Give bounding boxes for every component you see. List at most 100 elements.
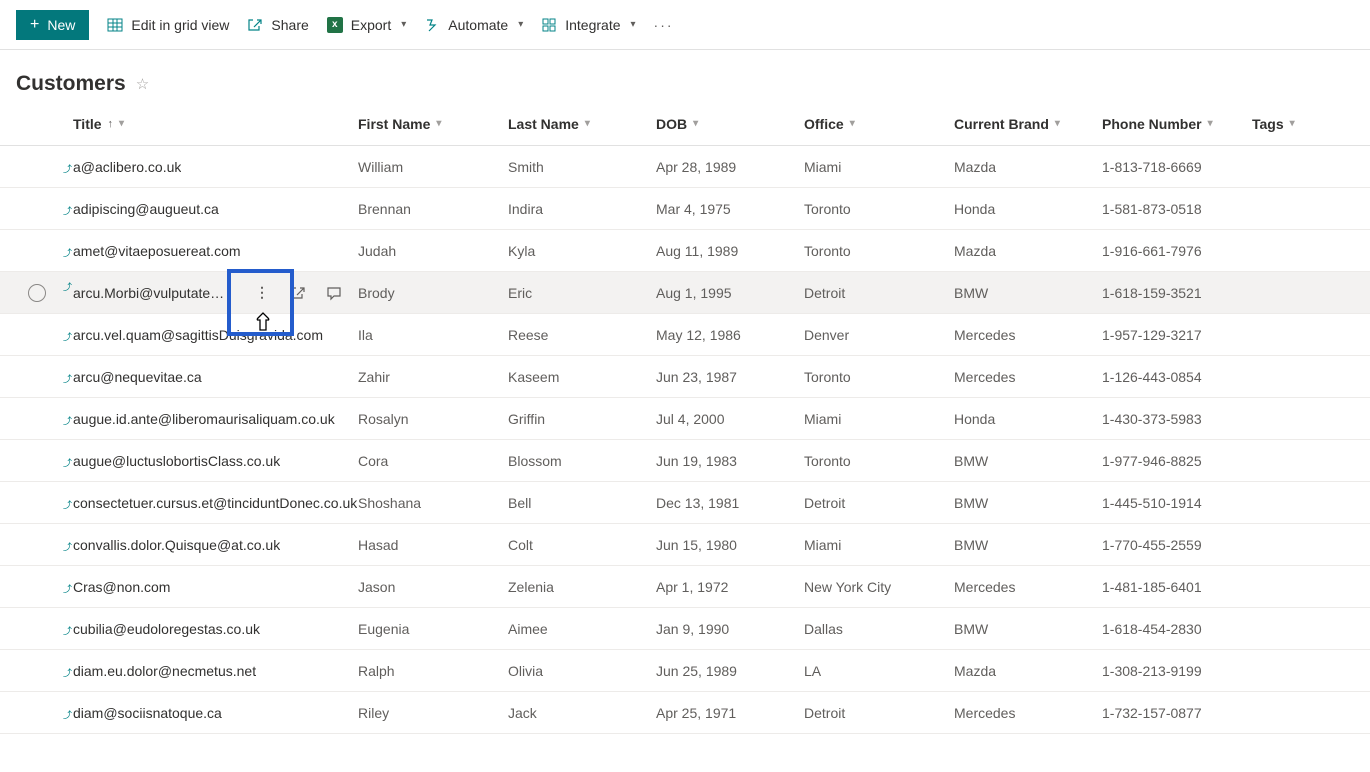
cell-brand: Honda: [954, 411, 1102, 427]
table-row[interactable]: ⤴a@aclibero.co.ukWilliamSmithApr 28, 198…: [0, 146, 1370, 188]
column-header-office[interactable]: Office ▾: [804, 116, 954, 132]
table-row[interactable]: ⤴arcu@nequevitae.caZahirKaseemJun 23, 19…: [0, 356, 1370, 398]
row-title-link[interactable]: augue@luctuslobortisClass.co.uk: [73, 453, 280, 469]
column-header-brand[interactable]: Current Brand ▾: [954, 116, 1102, 132]
row-title-link[interactable]: Cras@non.com: [73, 579, 170, 595]
table-row[interactable]: ⤴adipiscing@augueut.caBrennanIndiraMar 4…: [0, 188, 1370, 230]
cell-brand: Mercedes: [954, 369, 1102, 385]
row-title-link[interactable]: a@aclibero.co.uk: [73, 159, 181, 175]
row-title-link[interactable]: arcu@nequevitae.ca: [73, 369, 202, 385]
cell-phone: 1-732-157-0877: [1102, 705, 1252, 721]
column-header-tags[interactable]: Tags ▾: [1252, 116, 1332, 132]
flow-indicator-icon: ⤴: [63, 498, 72, 511]
cell-office: Miami: [804, 537, 954, 553]
automate-label: Automate: [448, 17, 508, 33]
table-row[interactable]: ⤴Cras@non.comJasonZeleniaApr 1, 1972New …: [0, 566, 1370, 608]
chevron-down-icon: ▾: [693, 118, 698, 129]
cell-dob: Jun 23, 1987: [656, 369, 804, 385]
cell-dob: May 12, 1986: [656, 327, 804, 343]
edit-in-grid-button[interactable]: Edit in grid view: [107, 17, 229, 33]
cell-dob: Jun 15, 1980: [656, 537, 804, 553]
table-row[interactable]: ⤴arcu.vel.quam@sagittisDuisgravida.comIl…: [0, 314, 1370, 356]
sort-ascending-icon: ↑: [108, 118, 114, 130]
row-select-checkbox[interactable]: [28, 284, 46, 302]
cell-last-name: Indira: [508, 201, 656, 217]
row-title-link[interactable]: arcu.vel.quam@sagittisDuisgravida.com: [73, 327, 323, 343]
row-title-link[interactable]: augue.id.ante@liberomaurisaliquam.co.uk: [73, 411, 335, 427]
flow-indicator-icon: ⤴: [63, 162, 72, 175]
page-header: Customers ☆: [0, 50, 1370, 102]
table-row[interactable]: ⤴convallis.dolor.Quisque@at.co.ukHasadCo…: [0, 524, 1370, 566]
row-title-link[interactable]: diam.eu.dolor@necmetus.net: [73, 663, 256, 679]
table-row[interactable]: ⤴augue@luctuslobortisClass.co.ukCoraBlos…: [0, 440, 1370, 482]
row-title-link[interactable]: consectetuer.cursus.et@tinciduntDonec.co…: [73, 495, 357, 511]
cell-last-name: Kyla: [508, 243, 656, 259]
chevron-down-icon: ▾: [1290, 118, 1295, 129]
cell-first-name: Judah: [358, 243, 508, 259]
table-row[interactable]: ⤴arcu.Morbi@vulputatedu....⋮BrodyEricAug…: [0, 272, 1370, 314]
column-header-first-name[interactable]: First Name ▾: [358, 116, 508, 132]
cell-first-name: Brennan: [358, 201, 508, 217]
cell-last-name: Aimee: [508, 621, 656, 637]
chevron-down-icon: ▾: [850, 118, 855, 129]
cell-phone: 1-126-443-0854: [1102, 369, 1252, 385]
cell-brand: BMW: [954, 495, 1102, 511]
row-more-actions-button[interactable]: ⋮: [246, 277, 278, 309]
row-title-link[interactable]: amet@vitaeposuereat.com: [73, 243, 241, 259]
cell-office: Toronto: [804, 453, 954, 469]
cell-last-name: Zelenia: [508, 579, 656, 595]
chevron-down-icon: ▾: [631, 19, 636, 30]
cell-brand: Mercedes: [954, 705, 1102, 721]
integrate-button[interactable]: Integrate ▾: [541, 17, 635, 33]
cell-office: Detroit: [804, 705, 954, 721]
table-row[interactable]: ⤴diam@sociisnatoque.caRileyJackApr 25, 1…: [0, 692, 1370, 734]
row-title-link[interactable]: adipiscing@augueut.ca: [73, 201, 219, 217]
automate-button[interactable]: Automate ▾: [424, 17, 523, 33]
cell-first-name: Zahir: [358, 369, 508, 385]
plus-icon: +: [30, 17, 39, 33]
flow-indicator-icon: ⤴: [63, 708, 72, 721]
row-share-button[interactable]: [282, 277, 314, 309]
row-comment-button[interactable]: [318, 277, 350, 309]
cell-dob: Jan 9, 1990: [656, 621, 804, 637]
column-header-title[interactable]: Title ↑ ▾: [60, 116, 358, 132]
table-row[interactable]: ⤴consectetuer.cursus.et@tinciduntDonec.c…: [0, 482, 1370, 524]
export-button[interactable]: x Export ▾: [327, 17, 407, 33]
cell-dob: Apr 28, 1989: [656, 159, 804, 175]
cell-office: Denver: [804, 327, 954, 343]
cell-brand: Mazda: [954, 243, 1102, 259]
cell-phone: 1-430-373-5983: [1102, 411, 1252, 427]
cell-brand: Mercedes: [954, 579, 1102, 595]
cell-last-name: Colt: [508, 537, 656, 553]
table-row[interactable]: ⤴diam.eu.dolor@necmetus.netRalphOliviaJu…: [0, 650, 1370, 692]
table-row[interactable]: ⤴augue.id.ante@liberomaurisaliquam.co.uk…: [0, 398, 1370, 440]
cell-phone: 1-813-718-6669: [1102, 159, 1252, 175]
new-button[interactable]: + New: [16, 10, 89, 40]
column-header-dob[interactable]: DOB ▾: [656, 116, 804, 132]
cell-dob: Dec 13, 1981: [656, 495, 804, 511]
row-title-link[interactable]: convallis.dolor.Quisque@at.co.uk: [73, 537, 280, 553]
share-icon: [247, 17, 263, 33]
chevron-down-icon: ▾: [518, 19, 523, 30]
integrate-label: Integrate: [565, 17, 620, 33]
cell-office: Toronto: [804, 201, 954, 217]
overflow-menu-button[interactable]: ···: [654, 17, 674, 33]
cell-last-name: Kaseem: [508, 369, 656, 385]
cell-phone: 1-481-185-6401: [1102, 579, 1252, 595]
table-row[interactable]: ⤴cubilia@eudoloregestas.co.ukEugeniaAime…: [0, 608, 1370, 650]
export-label: Export: [351, 17, 391, 33]
cell-last-name: Reese: [508, 327, 656, 343]
flow-indicator-icon: ⤴: [63, 666, 72, 679]
chevron-down-icon: ▾: [436, 118, 441, 129]
row-title-link[interactable]: arcu.Morbi@vulputatedu....: [73, 285, 228, 301]
row-title-link[interactable]: diam@sociisnatoque.ca: [73, 705, 222, 721]
column-header-phone[interactable]: Phone Number ▾: [1102, 116, 1252, 132]
column-header-last-name[interactable]: Last Name ▾: [508, 116, 656, 132]
cell-phone: 1-445-510-1914: [1102, 495, 1252, 511]
share-button[interactable]: Share: [247, 17, 308, 33]
favorite-star-icon[interactable]: ☆: [136, 75, 149, 93]
row-title-link[interactable]: cubilia@eudoloregestas.co.uk: [73, 621, 260, 637]
table-row[interactable]: ⤴amet@vitaeposuereat.comJudahKylaAug 11,…: [0, 230, 1370, 272]
cell-brand: Honda: [954, 201, 1102, 217]
cell-dob: Apr 1, 1972: [656, 579, 804, 595]
